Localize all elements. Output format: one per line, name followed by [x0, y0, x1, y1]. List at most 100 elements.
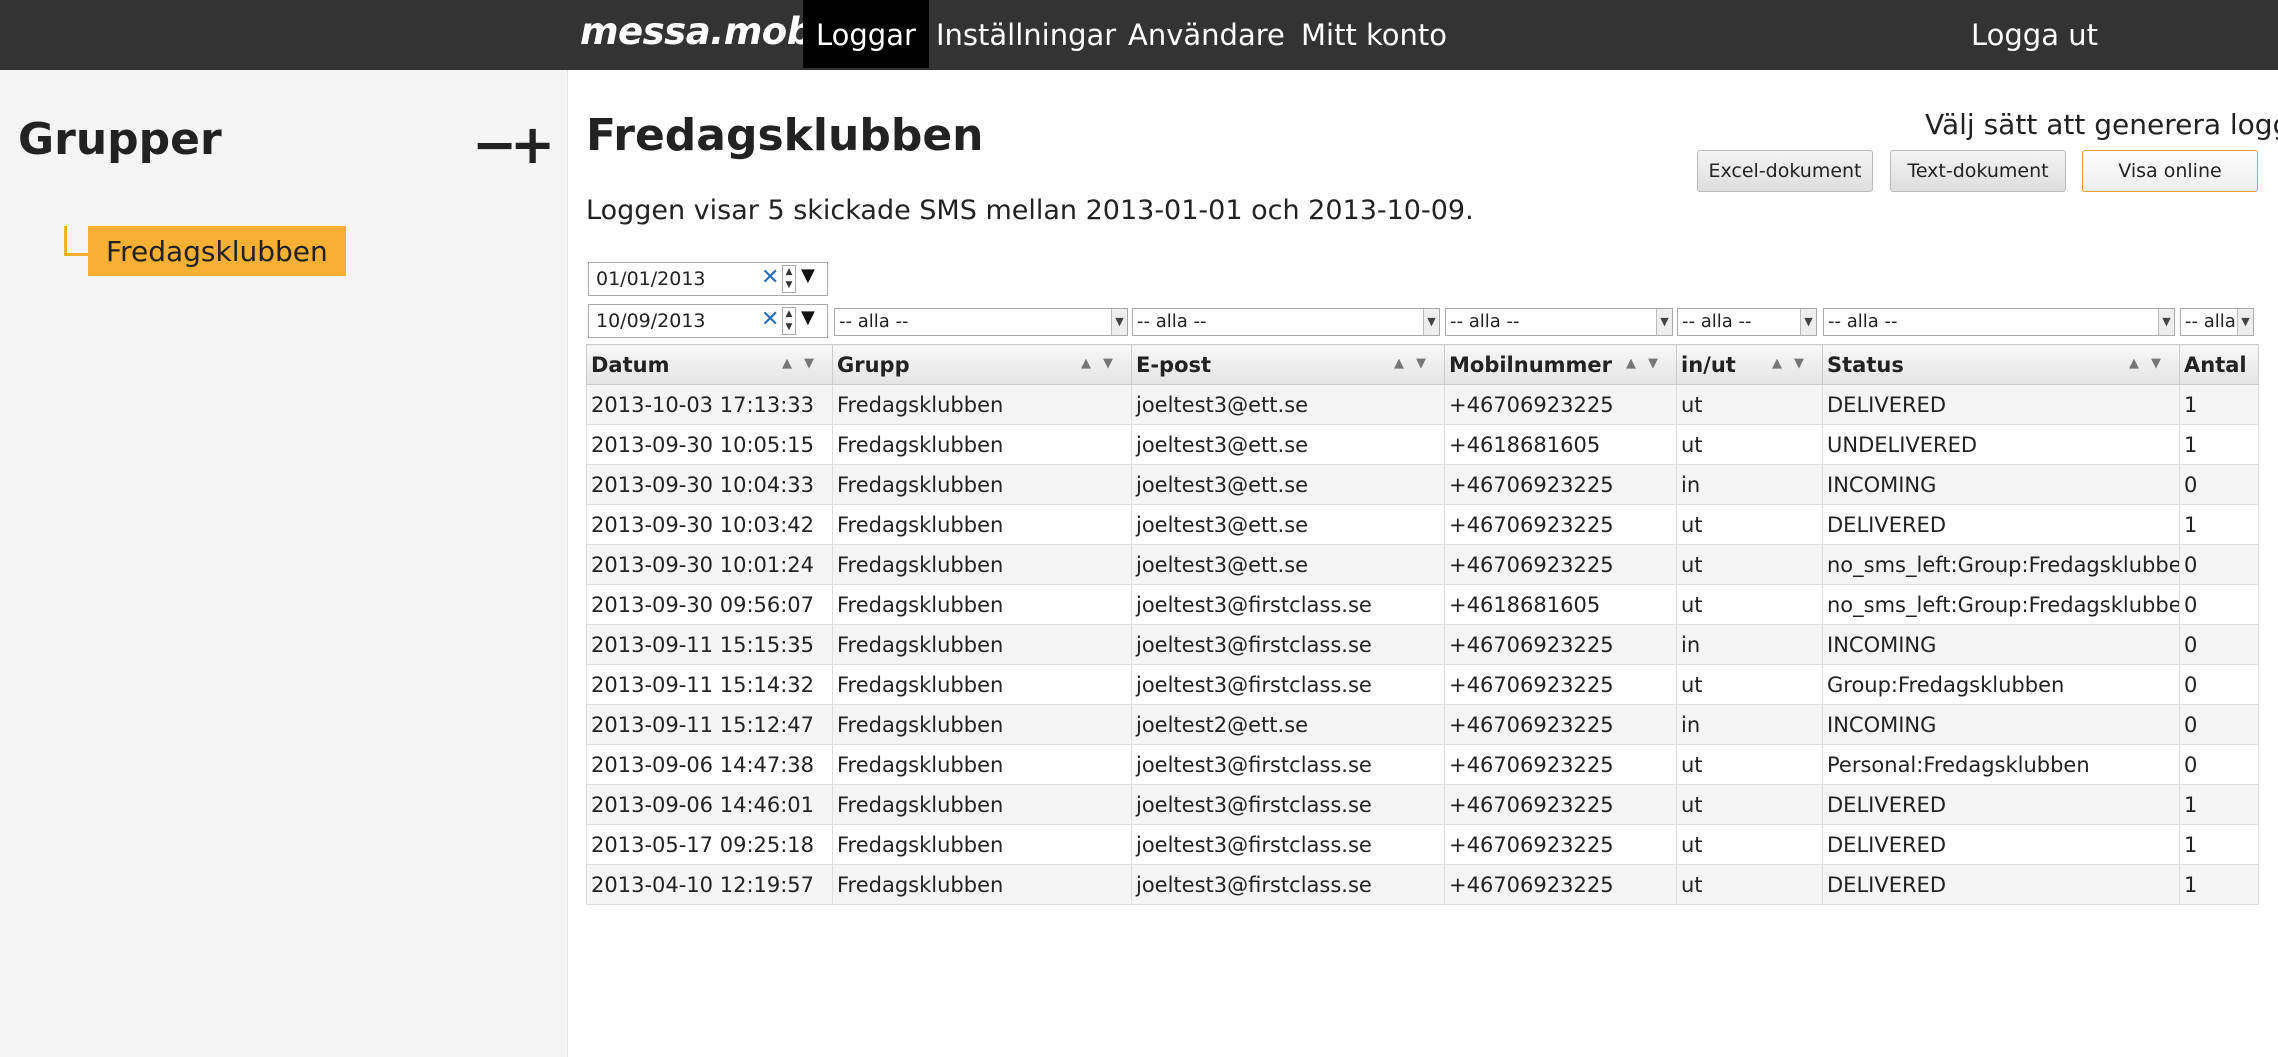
table-row[interactable]: 2013-09-06 14:46:01 Fredagsklubben joeltes…: [586, 784, 2259, 825]
show-online-button[interactable]: Visa online: [2082, 150, 2258, 192]
cell-inout: ut: [1676, 744, 1823, 785]
column-header-inout[interactable]: in/ut ▲▼: [1676, 344, 1823, 385]
clear-icon[interactable]: ✕: [761, 265, 779, 290]
filter-value: -- alla --: [1828, 311, 1898, 332]
cell-inout: ut: [1676, 584, 1823, 625]
spinner-icon[interactable]: ▲ ▼: [782, 307, 796, 335]
cell-email: joeltest3@firstclass.se: [1131, 864, 1445, 905]
table-row[interactable]: 2013-09-30 10:01:24 Fredagsklubben joeltes…: [586, 544, 2259, 585]
cell-count: 0: [2179, 544, 2259, 585]
site-logo[interactable]: messa.mobi: [580, 10, 825, 53]
cell-inout: ut: [1676, 504, 1823, 545]
cell-mobile: +46706923225: [1444, 504, 1677, 545]
column-header-date[interactable]: Datum ▲▼: [586, 344, 833, 385]
column-header-group[interactable]: Grupp ▲▼: [832, 344, 1132, 385]
cell-mobile: +46706923225: [1444, 744, 1677, 785]
cell-mobile: +46706923225: [1444, 784, 1677, 825]
cell-status: DELIVERED: [1822, 824, 2180, 865]
cell-status: INCOMING: [1822, 624, 2180, 665]
dropdown-arrow-icon[interactable]: ▼: [801, 307, 815, 328]
logout-link[interactable]: Logga ut: [1971, 0, 2098, 68]
text-document-button[interactable]: Text-dokument: [1890, 150, 2066, 192]
log-table-body: 2013-10-03 17:13:33 Fredagsklubben joeltes…: [586, 384, 2259, 905]
log-summary: Loggen visar 5 skickade SMS mellan 2013-…: [586, 195, 1474, 226]
nav-item-settings[interactable]: Inställningar: [936, 0, 1116, 68]
sort-icon[interactable]: ▲▼: [1394, 356, 1438, 371]
nav-item-my-account[interactable]: Mitt konto: [1301, 0, 1447, 68]
nav-item-users[interactable]: Användare: [1128, 0, 1285, 68]
groups-sidebar: Grupper − + Fredagsklubben: [0, 70, 568, 1057]
sort-icon[interactable]: ▲▼: [2129, 356, 2173, 371]
cell-inout: ut: [1676, 864, 1823, 905]
add-group-button[interactable]: +: [510, 118, 555, 172]
column-header-mobile[interactable]: Mobilnummer ▲▼: [1444, 344, 1677, 385]
filter-value: -- alla: [2185, 311, 2236, 332]
table-row[interactable]: 2013-04-10 12:19:57 Fredagsklubben joeltes…: [586, 864, 2259, 905]
cell-email: joeltest3@firstclass.se: [1131, 784, 1445, 825]
nav-item-logs[interactable]: Loggar: [803, 0, 929, 68]
date-to-picker[interactable]: 10/09/2013 ✕ ▲ ▼ ▼: [588, 304, 828, 338]
cell-count: 1: [2179, 504, 2259, 545]
cell-count: 0: [2179, 464, 2259, 505]
column-header-email[interactable]: E-post ▲▼: [1131, 344, 1445, 385]
cell-count: 1: [2179, 384, 2259, 425]
chevron-down-icon: ▼: [1423, 309, 1439, 335]
group-item-fredagsklubben[interactable]: Fredagsklubben: [88, 226, 346, 276]
filter-email-select[interactable]: -- alla -- ▼: [1132, 308, 1440, 336]
column-header-count[interactable]: Antal: [2179, 344, 2259, 385]
filter-status-select[interactable]: -- alla -- ▼: [1823, 308, 2175, 336]
cell-mobile: +4618681605: [1444, 424, 1677, 465]
date-from-value[interactable]: 01/01/2013: [596, 268, 706, 290]
table-row[interactable]: 2013-10-03 17:13:33 Fredagsklubben joeltes…: [586, 384, 2259, 425]
cell-mobile: +46706923225: [1444, 624, 1677, 665]
cell-count: 0: [2179, 704, 2259, 745]
cell-group: Fredagsklubben: [832, 464, 1132, 505]
filter-inout-select[interactable]: -- alla -- ▼: [1677, 308, 1817, 336]
cell-email: joeltest3@firstclass.se: [1131, 824, 1445, 865]
table-row[interactable]: 2013-09-06 14:47:38 Fredagsklubben joeltes…: [586, 744, 2259, 785]
filter-group-select[interactable]: -- alla -- ▼: [834, 308, 1128, 336]
cell-date: 2013-09-06 14:47:38: [586, 744, 833, 785]
cell-status: DELIVERED: [1822, 784, 2180, 825]
cell-date: 2013-05-17 09:25:18: [586, 824, 833, 865]
table-row[interactable]: 2013-09-30 10:04:33 Fredagsklubben joeltes…: [586, 464, 2259, 505]
column-header-status[interactable]: Status ▲▼: [1822, 344, 2180, 385]
filter-value: -- alla --: [1682, 311, 1752, 332]
excel-document-button[interactable]: Excel-dokument: [1697, 150, 1873, 192]
table-row[interactable]: 2013-09-11 15:12:47 Fredagsklubben joeltes…: [586, 704, 2259, 745]
date-to-value[interactable]: 10/09/2013: [596, 310, 706, 332]
sort-icon[interactable]: ▲▼: [1772, 356, 1816, 371]
date-from-picker[interactable]: 01/01/2013 ✕ ▲ ▼ ▼: [588, 262, 828, 296]
cell-inout: ut: [1676, 824, 1823, 865]
sort-icon[interactable]: ▲▼: [1081, 356, 1125, 371]
filter-value: -- alla --: [1137, 311, 1207, 332]
table-header-row: Datum ▲▼ Grupp ▲▼ E-post ▲▼ Mobilnummer ▲▼ i…: [586, 344, 2259, 385]
column-label: Antal: [2184, 352, 2247, 377]
sort-icon[interactable]: ▲▼: [782, 356, 826, 371]
table-row[interactable]: 2013-05-17 09:25:18 Fredagsklubben joeltes…: [586, 824, 2259, 865]
cell-email: joeltest3@firstclass.se: [1131, 664, 1445, 705]
table-row[interactable]: 2013-09-11 15:15:35 Fredagsklubben joeltes…: [586, 624, 2259, 665]
cell-date: 2013-09-11 15:15:35: [586, 624, 833, 665]
clear-icon[interactable]: ✕: [761, 307, 779, 332]
cell-date: 2013-04-10 12:19:57: [586, 864, 833, 905]
spinner-icon[interactable]: ▲ ▼: [782, 265, 796, 293]
table-row[interactable]: 2013-09-11 15:14:32 Fredagsklubben joeltes…: [586, 664, 2259, 705]
cell-group: Fredagsklubben: [832, 424, 1132, 465]
sort-icon[interactable]: ▲▼: [1626, 356, 1670, 371]
cell-group: Fredagsklubben: [832, 504, 1132, 545]
filter-count-select[interactable]: -- alla ▼: [2180, 308, 2254, 336]
table-row[interactable]: 2013-09-30 09:56:07 Fredagsklubben joeltes…: [586, 584, 2259, 625]
filter-mobile-select[interactable]: -- alla -- ▼: [1445, 308, 1673, 336]
cell-mobile: +46706923225: [1444, 864, 1677, 905]
cell-count: 1: [2179, 424, 2259, 465]
cell-status: INCOMING: [1822, 704, 2180, 745]
table-row[interactable]: 2013-09-30 10:03:42 Fredagsklubben joeltes…: [586, 504, 2259, 545]
dropdown-arrow-icon[interactable]: ▼: [801, 265, 815, 286]
cell-date: 2013-09-30 10:05:15: [586, 424, 833, 465]
cell-email: joeltest3@firstclass.se: [1131, 624, 1445, 665]
cell-group: Fredagsklubben: [832, 744, 1132, 785]
table-row[interactable]: 2013-09-30 10:05:15 Fredagsklubben joeltes…: [586, 424, 2259, 465]
cell-mobile: +46706923225: [1444, 664, 1677, 705]
cell-group: Fredagsklubben: [832, 384, 1132, 425]
